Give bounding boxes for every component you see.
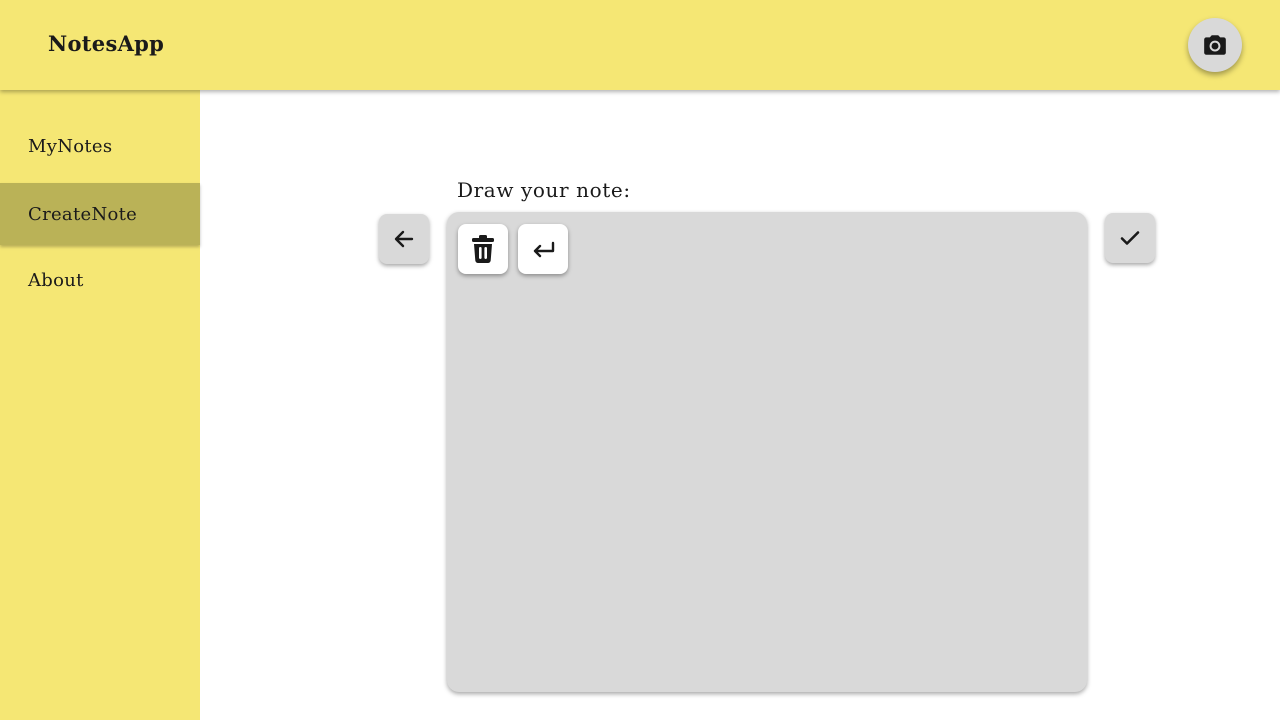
draw-note-prompt: Draw your note: — [457, 178, 631, 202]
undo-button[interactable] — [518, 224, 568, 274]
clear-canvas-button[interactable] — [458, 224, 508, 274]
sidebar-item-mynotes[interactable]: MyNotes — [0, 115, 200, 177]
app-bar: NotesApp — [0, 0, 1280, 90]
arrow-left-icon — [394, 230, 414, 248]
sidebar-item-label: About — [28, 269, 84, 291]
sidebar-item-label: MyNotes — [28, 135, 113, 157]
confirm-button[interactable] — [1105, 213, 1155, 263]
trash-icon — [472, 235, 494, 264]
check-icon — [1120, 231, 1140, 245]
sidebar-item-label: CreateNote — [28, 203, 138, 225]
camera-button[interactable] — [1188, 18, 1242, 72]
sidebar-item-createnote[interactable]: CreateNote — [0, 183, 200, 245]
back-button[interactable] — [379, 214, 429, 264]
sidebar: MyNotes CreateNote About — [0, 90, 200, 720]
undo-return-icon — [533, 241, 555, 258]
camera-icon — [1204, 35, 1226, 55]
drawing-canvas[interactable] — [447, 212, 1087, 692]
app-title: NotesApp — [48, 31, 165, 56]
sidebar-item-about[interactable]: About — [0, 249, 200, 311]
